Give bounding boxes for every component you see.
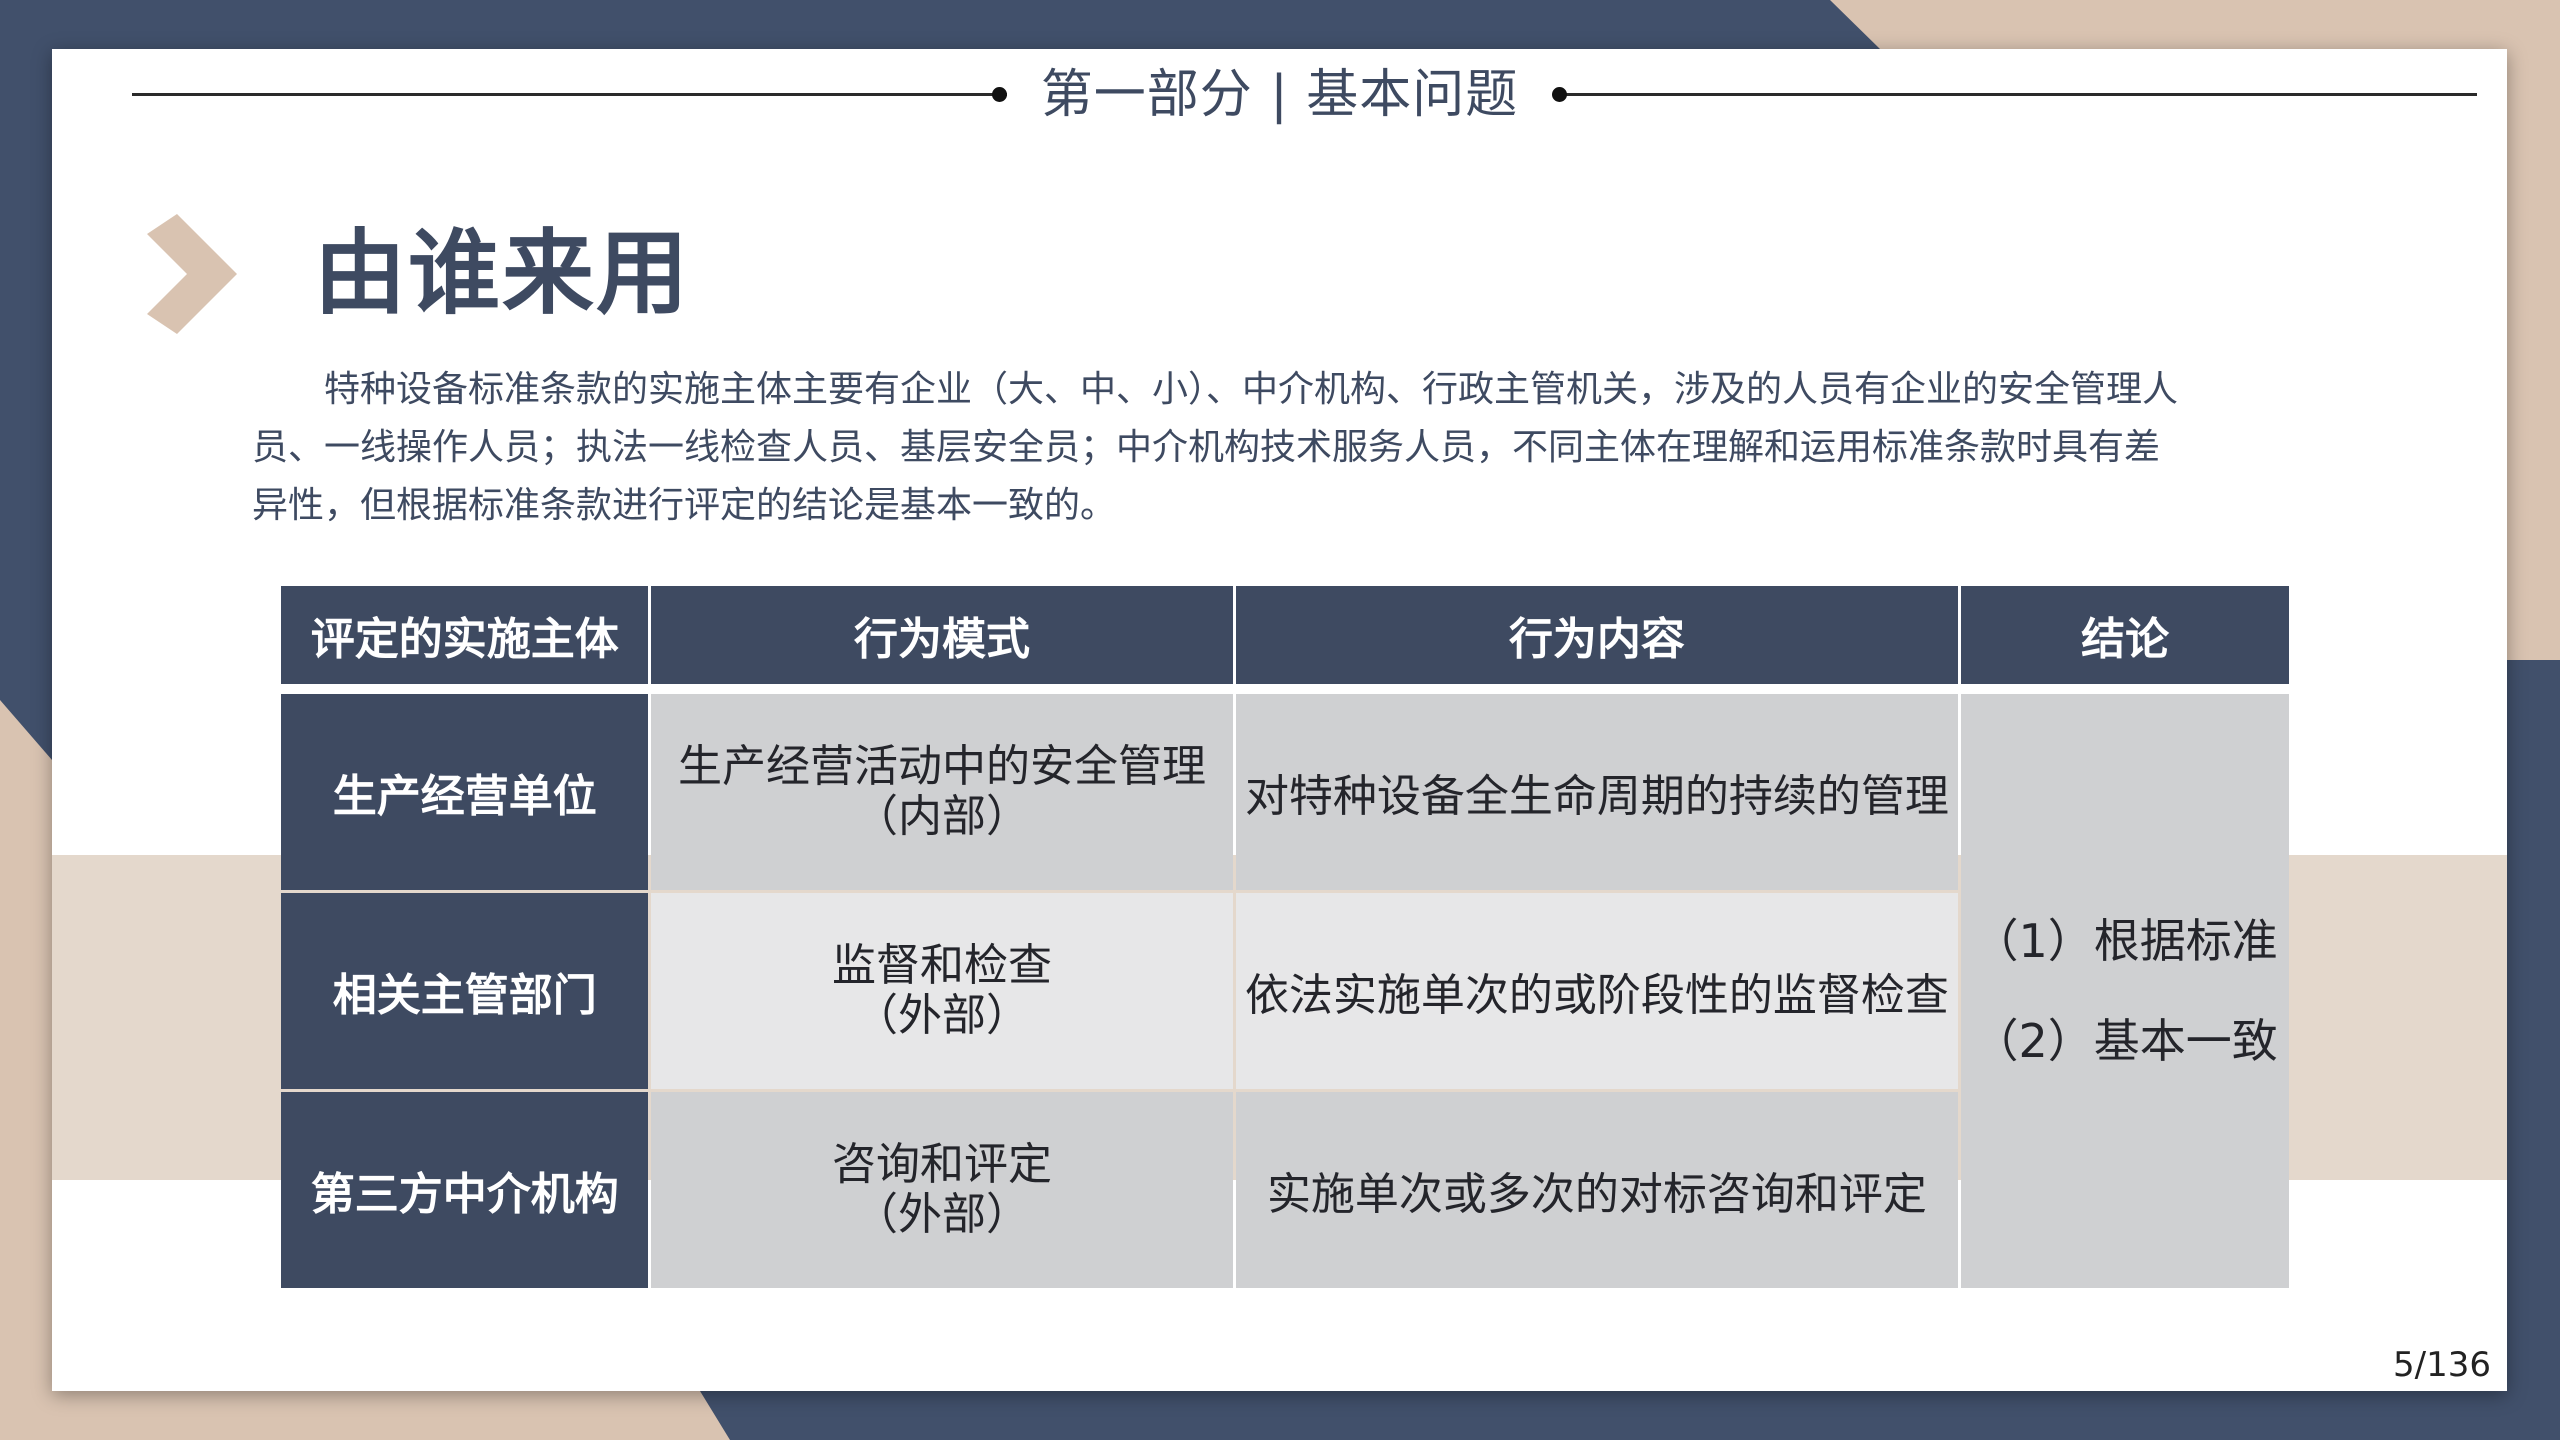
row-mode-line1: 咨询和评定	[831, 1139, 1052, 1190]
header-conclusion: 结论	[1961, 586, 2289, 684]
row-mode-line1: 生产经营活动中的安全管理	[677, 741, 1206, 792]
row-content: 对特种设备全生命周期的持续的管理	[1235, 694, 1959, 890]
page-heading: 由谁来用	[314, 220, 691, 327]
row-content: 实施单次或多次的对标咨询和评定	[1235, 1092, 1959, 1288]
conclusion-line2: （2）基本一致	[1972, 1014, 2278, 1068]
row-mode-line2: （外部）	[853, 990, 1030, 1041]
slide: 第一部分 | 基本问题 由谁来用 特种设备标准条款的实施主体主要有企业（大、中、…	[52, 49, 2507, 1391]
conclusion-line1: （1）根据标准	[1972, 914, 2278, 968]
header-subject: 评定的实施主体	[281, 586, 649, 684]
table-header-row: 评定的实施主体 行为模式 行为内容 结论	[281, 586, 2289, 684]
body-paragraph: 特种设备标准条款的实施主体主要有企业（大、中、小）、中介机构、行政主管机关，涉及…	[252, 369, 2179, 526]
row-subject: 生产经营单位	[281, 694, 649, 890]
header-mode: 行为模式	[651, 586, 1233, 684]
row-mode-line2: （外部）	[853, 1189, 1030, 1240]
page-number: 5/136	[2393, 1345, 2491, 1385]
section-title: 第一部分 | 基本问题	[52, 59, 2507, 131]
subject-table: 评定的实施主体 行为模式 行为内容 结论 生产经营单位 生产经营活动中的安全管理…	[278, 583, 2292, 1291]
chevron-icon	[147, 214, 237, 334]
conclusion-cell: （1）根据标准 （2）基本一致	[1961, 694, 2289, 1288]
row-mode: 咨询和评定 （外部）	[651, 1092, 1233, 1288]
row-mode: 监督和检查 （外部）	[651, 893, 1233, 1089]
row-mode: 生产经营活动中的安全管理 （内部）	[651, 694, 1233, 890]
row-subject: 相关主管部门	[281, 893, 649, 1089]
row-subject: 第三方中介机构	[281, 1092, 649, 1288]
row-content: 依法实施单次的或阶段性的监督检查	[1235, 893, 1959, 1089]
row-mode-line1: 监督和检查	[831, 940, 1052, 991]
table-row: 生产经营单位 生产经营活动中的安全管理 （内部） 对特种设备全生命周期的持续的管…	[281, 694, 2289, 1288]
row-mode-line2: （内部）	[853, 791, 1030, 842]
header-content: 行为内容	[1235, 586, 1959, 684]
